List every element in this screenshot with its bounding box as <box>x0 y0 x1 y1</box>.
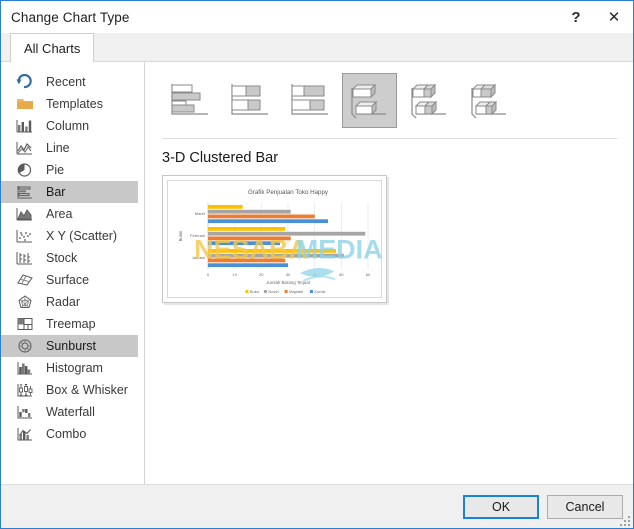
chart-subtype-clustered-bar[interactable] <box>162 73 217 128</box>
sidebar-item-label: Sunburst <box>46 339 97 353</box>
sidebar-item-label: Waterfall <box>46 405 95 419</box>
svg-text:Komik: Komik <box>314 289 325 294</box>
svg-text:40: 40 <box>312 272 317 277</box>
svg-text:Maret: Maret <box>195 211 206 216</box>
sidebar-item-label: Column <box>46 119 90 133</box>
ok-button[interactable]: OK <box>463 494 539 519</box>
chart-subtype-stacked-bar[interactable] <box>222 73 277 128</box>
sidebar-item-radar[interactable]: Radar <box>1 291 138 313</box>
waterfall-icon <box>15 404 35 420</box>
cancel-button[interactable]: Cancel <box>547 494 623 519</box>
gallery-divider <box>162 138 617 139</box>
sidebar-item-label: Surface <box>46 273 90 287</box>
pie-icon <box>15 162 35 178</box>
chart-preview-canvas: Grafik Penjualan Toko Happy Maret Februari… <box>167 180 382 298</box>
chart-preview[interactable]: Grafik Penjualan Toko Happy Maret Februari… <box>162 175 387 303</box>
chart-subtype-3d-stacked-bar[interactable] <box>402 73 457 128</box>
stock-icon <box>15 250 35 266</box>
sidebar-item-box-whisker[interactable]: Box & Whisker <box>1 379 138 401</box>
sidebar-item-surface[interactable]: Surface <box>1 269 138 291</box>
sidebar-item-bar[interactable]: Bar <box>1 181 138 203</box>
resize-grip[interactable] <box>618 514 630 526</box>
svg-text:30: 30 <box>286 272 291 277</box>
sidebar-item-sunburst[interactable]: Sunburst <box>1 335 138 357</box>
area-icon <box>15 206 35 222</box>
treemap-icon <box>15 316 35 332</box>
close-icon[interactable]: ✕ <box>595 2 633 33</box>
sidebar-item-label: Pie <box>46 163 65 177</box>
subtype-name-label: 3-D Clustered Bar <box>162 150 279 166</box>
sidebar-item-label: Combo <box>46 427 87 441</box>
dialog-footer: OK Cancel <box>1 484 633 528</box>
dialog-title: Change Chart Type <box>11 9 130 25</box>
sidebar-item-label: X Y (Scatter) <box>46 229 118 243</box>
help-icon[interactable]: ? <box>557 2 595 33</box>
tab-all-charts[interactable]: All Charts <box>10 33 95 62</box>
sidebar-item-x-y-scatter[interactable]: X Y (Scatter) <box>1 225 138 247</box>
sidebar-item-label: Box & Whisker <box>46 383 128 397</box>
chart-subtype-gallery <box>159 73 619 128</box>
sidebar-item-treemap[interactable]: Treemap <box>1 313 138 335</box>
change-chart-type-dialog: Change Chart Type ? ✕ All Charts Recent T… <box>0 0 634 529</box>
svg-text:50: 50 <box>339 272 344 277</box>
svg-text:10: 10 <box>232 272 237 277</box>
svg-text:Januari: Januari <box>192 255 205 260</box>
sidebar-item-recent[interactable]: Recent <box>1 71 138 93</box>
recent-icon <box>15 74 35 90</box>
title-bar: Change Chart Type ? ✕ <box>1 1 633 33</box>
sidebar-item-label: Bar <box>46 185 66 199</box>
sidebar-item-label: Templates <box>46 97 103 111</box>
line-icon <box>15 140 35 156</box>
scatter-icon <box>15 228 35 244</box>
sidebar-item-label: Radar <box>46 295 81 309</box>
chart-subtype-panel: 3-D Clustered Bar Grafik Penjualan Toko … <box>145 62 633 484</box>
sidebar-item-label: Stock <box>46 251 78 265</box>
svg-text:20: 20 <box>259 272 264 277</box>
surface-icon <box>15 272 35 288</box>
svg-text:Buku: Buku <box>250 289 259 294</box>
sidebar-item-combo[interactable]: Combo <box>1 423 138 445</box>
svg-text:Februari: Februari <box>190 233 205 238</box>
sidebar-item-label: Line <box>46 141 70 155</box>
svg-text:Novel: Novel <box>268 289 278 294</box>
chart-category-list: Recent Templates Column Line Pie Bar Area X Y (… <box>1 62 145 484</box>
svg-text:Bulan: Bulan <box>178 230 183 241</box>
dialog-body: Recent Templates Column Line Pie Bar Area X Y (… <box>1 62 633 484</box>
sidebar-item-templates[interactable]: Templates <box>1 93 138 115</box>
sidebar-item-label: Recent <box>46 75 86 89</box>
chart-subtype-3d-100-stacked-bar[interactable] <box>462 73 517 128</box>
column-icon <box>15 118 35 134</box>
bar-icon <box>15 184 35 200</box>
folder-icon <box>15 96 35 112</box>
sunburst-icon <box>15 338 35 354</box>
sidebar-item-area[interactable]: Area <box>1 203 138 225</box>
sidebar-item-histogram[interactable]: Histogram <box>1 357 138 379</box>
sidebar-item-column[interactable]: Column <box>1 115 138 137</box>
histogram-icon <box>15 360 35 376</box>
combo-icon <box>15 426 35 442</box>
sidebar-item-label: Treemap <box>46 317 96 331</box>
sidebar-item-stock[interactable]: Stock <box>1 247 138 269</box>
title-bar-buttons: ? ✕ <box>557 1 633 33</box>
radar-icon <box>15 294 35 310</box>
sidebar-item-label: Area <box>46 207 73 221</box>
chart-subtype-100-stacked-bar[interactable] <box>282 73 337 128</box>
tab-strip: All Charts <box>1 33 633 62</box>
svg-text:60: 60 <box>366 272 371 277</box>
svg-text:Grafik Penjualan Toko Happy: Grafik Penjualan Toko Happy <box>248 189 329 196</box>
sidebar-item-line[interactable]: Line <box>1 137 138 159</box>
sidebar-item-pie[interactable]: Pie <box>1 159 138 181</box>
sidebar-item-label: Histogram <box>46 361 103 375</box>
box-whisker-icon <box>15 382 35 398</box>
svg-text:Jumlah Barang Terjual: Jumlah Barang Terjual <box>266 280 310 285</box>
chart-subtype-3d-clustered-bar[interactable] <box>342 73 397 128</box>
sidebar-item-waterfall[interactable]: Waterfall <box>1 401 138 423</box>
svg-text:Majalah: Majalah <box>289 289 303 294</box>
